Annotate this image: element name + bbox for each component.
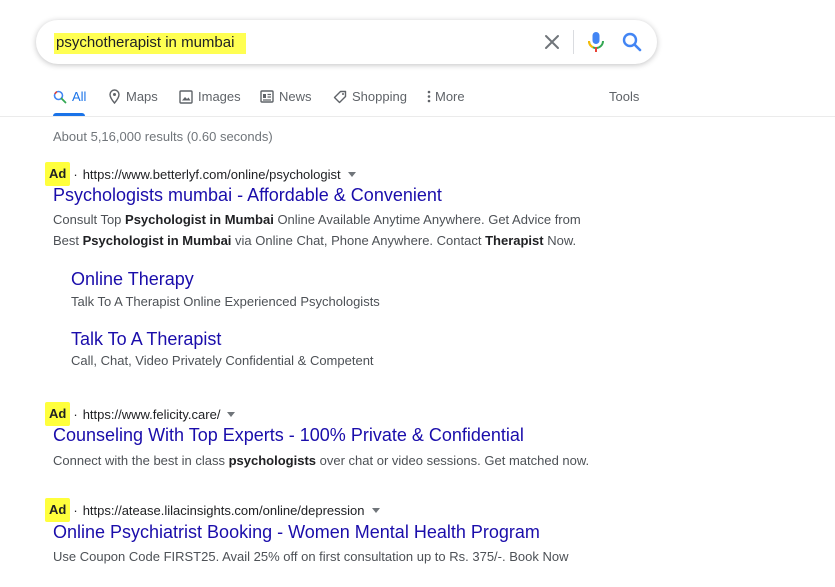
header-divider — [0, 116, 835, 117]
chevron-down-icon[interactable] — [227, 411, 236, 417]
sitelink-description: Talk To A Therapist Online Experienced P… — [71, 294, 380, 309]
tab-label: More — [435, 89, 465, 104]
chevron-down-icon[interactable] — [371, 507, 380, 513]
ad-title[interactable]: Online Psychiatrist Booking - Women Ment… — [53, 522, 540, 543]
tab-shopping[interactable]: Shopping — [333, 89, 407, 104]
ad-badge: Ad — [45, 402, 71, 426]
separator: · — [73, 502, 78, 518]
tab-label: News — [279, 89, 312, 104]
tab-label: Shopping — [352, 89, 407, 104]
tab-maps[interactable]: Maps — [108, 89, 158, 104]
ad-url-line: Ad · https://www.betterlyf.com/online/ps… — [45, 162, 356, 186]
ad-description: Best Psychologist in Mumbai via Online C… — [53, 233, 577, 248]
more-vert-icon — [427, 90, 431, 103]
news-icon — [260, 90, 274, 103]
ad-url-line: Ad · https://atease.lilacinsights.com/on… — [45, 498, 380, 522]
search-icon — [53, 90, 67, 103]
tab-label: All — [72, 89, 87, 104]
search-input[interactable]: psychotherapist in mumbai — [54, 33, 247, 54]
image-icon — [179, 89, 193, 104]
ad-description: Connect with the best in class psycholog… — [53, 453, 590, 468]
ad-badge: Ad — [45, 162, 71, 186]
microphone-icon[interactable] — [586, 31, 606, 53]
tab-label: Maps — [126, 89, 158, 104]
ad-description: Consult Top Psychologist in Mumbai Onlin… — [53, 212, 581, 227]
separator: · — [73, 166, 78, 182]
ad-badge: Ad — [45, 498, 71, 522]
chevron-down-icon[interactable] — [347, 171, 356, 177]
sitelink-description: Call, Chat, Video Privately Confidential… — [71, 353, 374, 368]
tab-label: Images — [198, 89, 241, 104]
ad-url[interactable]: https://atease.lilacinsights.com/online/… — [83, 503, 365, 518]
tab-all[interactable]: All — [53, 89, 86, 104]
sitelink-title[interactable]: Online Therapy — [71, 269, 194, 290]
tab-news[interactable]: News — [260, 89, 312, 104]
ad-url[interactable]: https://www.felicity.care/ — [83, 407, 221, 422]
sitelink-title[interactable]: Talk To A Therapist — [71, 329, 221, 350]
tag-icon — [333, 90, 347, 103]
ad-title[interactable]: Psychologists mumbai - Affordable & Conv… — [53, 185, 442, 206]
map-pin-icon — [109, 89, 120, 104]
tools-button[interactable]: Tools — [609, 89, 639, 104]
search-bar[interactable]: psychotherapist in mumbai — [36, 20, 657, 64]
tab-images[interactable]: Images — [179, 89, 241, 104]
result-stats: About 5,16,000 results (0.60 seconds) — [53, 129, 273, 144]
clear-icon[interactable] — [542, 32, 562, 52]
ad-url[interactable]: https://www.betterlyf.com/online/psychol… — [83, 167, 341, 182]
ad-url-line: Ad · https://www.felicity.care/ — [45, 402, 236, 426]
tab-more[interactable]: More — [427, 89, 465, 104]
ad-title[interactable]: Counseling With Top Experts - 100% Priva… — [53, 425, 524, 446]
search-icon[interactable] — [621, 31, 643, 53]
search-divider — [573, 30, 574, 54]
separator: · — [73, 406, 78, 422]
ad-description: Use Coupon Code FIRST25. Avail 25% off o… — [53, 549, 569, 564]
